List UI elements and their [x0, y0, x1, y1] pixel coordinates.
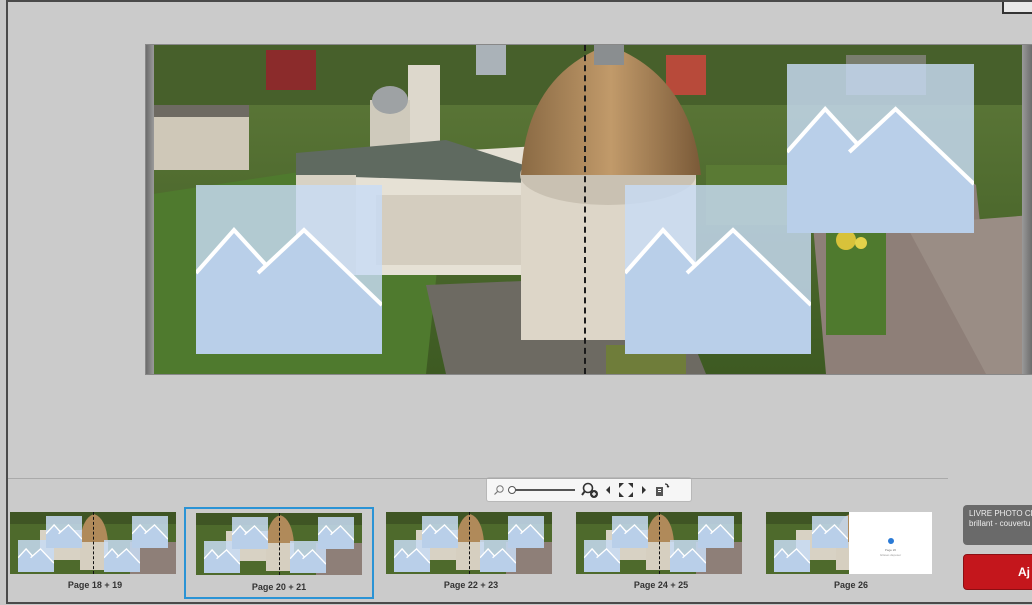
thumbnail-placeholder	[318, 517, 354, 549]
thumbnail-image	[10, 512, 176, 574]
blank-page-title: Page 26	[884, 548, 897, 552]
thumbnail-spine	[659, 512, 660, 574]
image-placeholder-icon	[625, 227, 811, 354]
window-corner-tab	[1002, 2, 1032, 14]
blank-page: Page 26 Glisser-déposer	[849, 512, 932, 574]
page-thumbnail[interactable]: Page 26 Glisser-déposer Page 26	[756, 507, 946, 599]
thumbnail-label: Page 24 + 25	[633, 580, 689, 590]
thumbnail-placeholder	[46, 516, 82, 548]
page-thumbnail[interactable]: Page 24 + 25	[566, 507, 756, 599]
spread-left-edge	[146, 45, 154, 374]
product-summary: LIVRE PHOTO CE brillant - couvertu	[963, 505, 1032, 545]
thumbnail-placeholder	[698, 516, 734, 548]
thumbnail-spine	[93, 512, 94, 574]
add-to-cart-button[interactable]: Aj	[963, 554, 1032, 590]
thumbnail-label: Page 20 + 21	[251, 582, 307, 592]
thumbnail-spine	[279, 513, 280, 575]
thumbnail-label: Page 22 + 23	[443, 580, 499, 590]
spread-spine-line	[584, 45, 586, 374]
thumbnail-image	[196, 513, 362, 575]
image-placeholder-icon	[196, 227, 382, 354]
page-thumbnail[interactable]: Page 22 + 23	[376, 507, 566, 599]
thumbnail-placeholder	[612, 516, 648, 548]
info-icon	[887, 538, 894, 544]
spread-right-edge	[1022, 45, 1032, 374]
thumbnail-image	[386, 512, 552, 574]
thumbnail-spine	[469, 512, 470, 574]
thumbnail-placeholder	[508, 516, 544, 548]
product-line-1: LIVRE PHOTO CE	[969, 509, 1032, 518]
thumbnail-label: Page 26	[833, 580, 869, 590]
photo-spread[interactable]	[146, 45, 1032, 374]
page-thumbnail[interactable]: Page 20 + 21	[184, 507, 374, 599]
photo-placeholder-center-right[interactable]	[625, 185, 811, 354]
thumbnail-placeholder	[132, 516, 168, 548]
page-thumbnail[interactable]: Page 18 + 19	[0, 507, 190, 599]
photo-placeholder-left[interactable]	[196, 185, 382, 354]
thumbnail-placeholder	[422, 516, 458, 548]
thumbnail-placeholder	[232, 517, 268, 549]
thumbnail-image	[576, 512, 742, 574]
photo-placeholder-top-right[interactable]	[787, 64, 974, 233]
blank-page-hint: Glisser-déposer	[879, 553, 902, 557]
product-line-2: brillant - couvertu	[969, 519, 1031, 528]
thumbnail-placeholder	[774, 540, 810, 572]
thumbnail-placeholder	[812, 516, 848, 548]
page-filmstrip: Page 18 + 19 Page 20 + 21 Page 22 + 23 Page…	[8, 478, 948, 605]
thumbnail-label: Page 18 + 19	[67, 580, 123, 590]
image-placeholder-icon	[787, 106, 974, 233]
thumbnail-image: Page 26 Glisser-déposer	[766, 512, 932, 574]
